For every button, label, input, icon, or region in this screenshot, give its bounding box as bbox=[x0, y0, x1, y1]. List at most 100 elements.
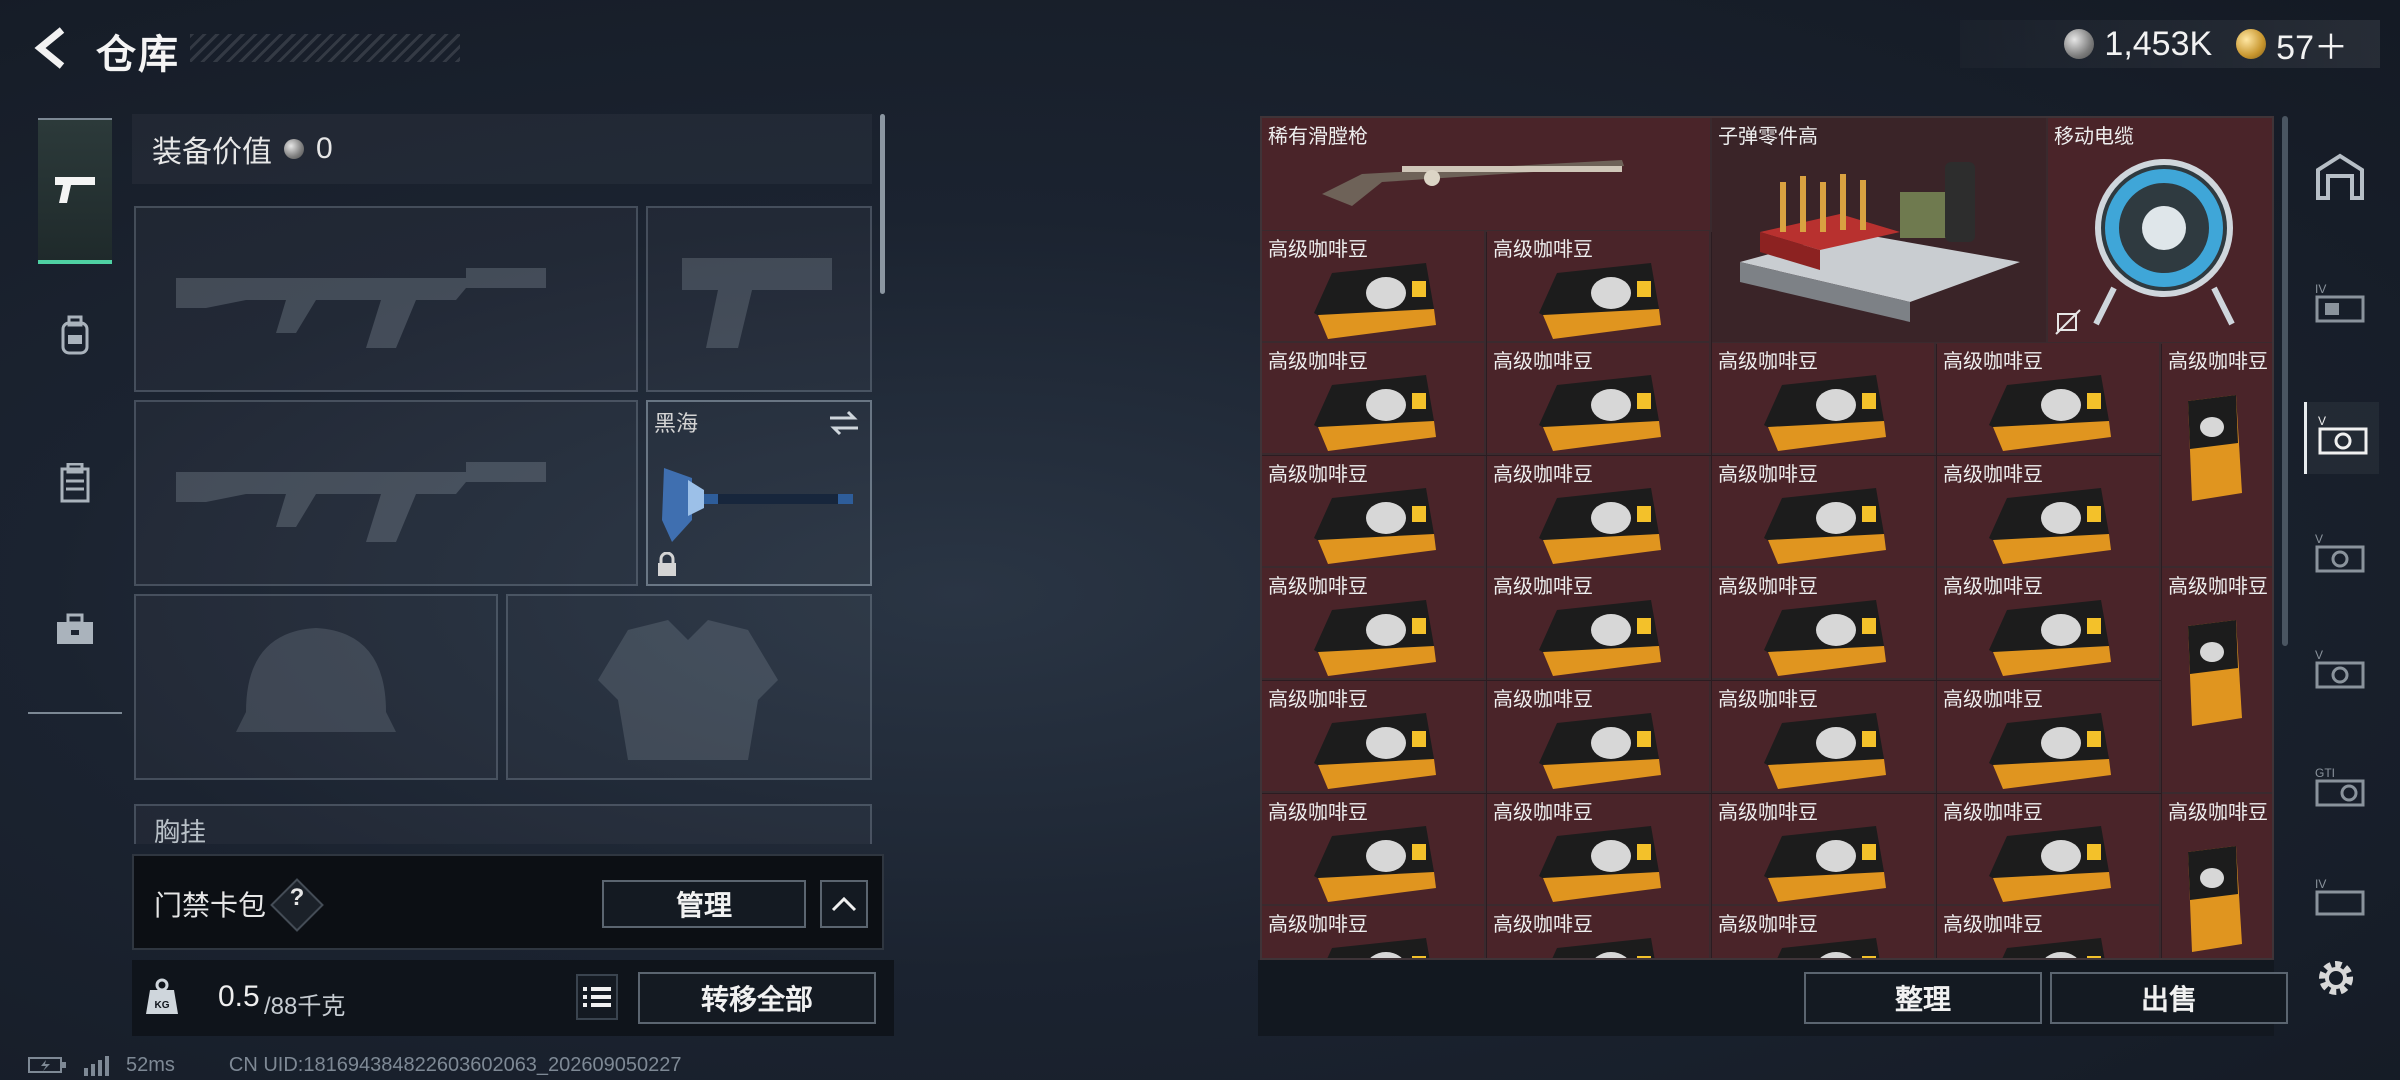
tab-storage-1[interactable]: IV bbox=[2304, 276, 2376, 336]
item-coffee-beans[interactable]: 高级咖啡豆 bbox=[1712, 455, 1936, 568]
item-name: 高级咖啡豆 bbox=[1493, 689, 1593, 711]
gold-coin-icon[interactable] bbox=[2236, 29, 2267, 59]
tab-backpack[interactable] bbox=[38, 298, 112, 372]
item-coffee-beans[interactable]: 高级咖啡豆 bbox=[1712, 681, 1936, 793]
item-coffee-beans[interactable]: 高级咖啡豆 bbox=[1262, 568, 1486, 681]
storage-footer: 整理 出售 bbox=[1258, 960, 2288, 1036]
item-coffee-beans[interactable]: 高级咖啡豆 bbox=[1487, 455, 1711, 568]
melee-slot[interactable]: 黑海 bbox=[646, 400, 872, 586]
back-button[interactable] bbox=[28, 22, 76, 74]
item-ammo-parts[interactable]: 子弹零件高 bbox=[1712, 118, 2048, 344]
item-name: 高级咖啡豆 bbox=[1268, 576, 1368, 599]
svg-text:GTI: GTI bbox=[2315, 766, 2335, 780]
item-coffee-beans[interactable]: 高级咖啡豆 bbox=[1712, 906, 1936, 958]
swap-icon[interactable] bbox=[828, 410, 860, 436]
item-name: 高级咖啡豆 bbox=[2168, 576, 2268, 599]
warehouse-icon bbox=[2316, 153, 2364, 200]
item-coffee-beans[interactable]: 高级咖啡豆 bbox=[1262, 230, 1486, 343]
coffee-bag-icon bbox=[1539, 262, 1661, 339]
item-name: 高级咖啡豆 bbox=[1943, 914, 2043, 937]
item-coffee-beans[interactable]: 高级咖啡豆 bbox=[1937, 681, 2161, 793]
tab-weapons[interactable] bbox=[38, 118, 112, 264]
item-coffee-beans[interactable]: 高级咖啡豆 bbox=[1937, 793, 2161, 906]
rifle-silhouette-icon bbox=[176, 462, 546, 542]
item-name: 高级咖啡豆 bbox=[1718, 689, 1818, 711]
item-coffee-beans[interactable]: 高级咖啡豆 bbox=[1262, 681, 1486, 793]
manage-button[interactable]: 管理 bbox=[602, 880, 806, 928]
coffee-bag-tall-icon bbox=[2188, 845, 2242, 952]
coffee-bag-icon bbox=[1314, 487, 1436, 564]
silver-coin-icon bbox=[284, 139, 304, 159]
pistol-silhouette-icon bbox=[682, 258, 832, 348]
item-coffee-beans-large[interactable]: 高级咖啡豆 bbox=[2162, 793, 2272, 958]
item-coffee-beans[interactable]: 高级咖啡豆 bbox=[1262, 455, 1486, 568]
chest-rig-section[interactable]: 胸挂 bbox=[134, 804, 872, 844]
item-coffee-beans[interactable]: 高级咖啡豆 bbox=[1712, 568, 1936, 681]
item-coffee-beans[interactable]: 高级咖啡豆 bbox=[1487, 906, 1711, 958]
silver-amount: 1,453K bbox=[2104, 24, 2213, 63]
item-coffee-beans[interactable]: 高级咖啡豆 bbox=[1712, 343, 1936, 456]
item-coffee-beans[interactable]: 高级咖啡豆 bbox=[1487, 568, 1711, 681]
item-name: 高级咖啡豆 bbox=[1718, 914, 1818, 937]
equipment-scrollbar[interactable] bbox=[880, 114, 885, 294]
storage-box-icon: IV bbox=[2315, 877, 2365, 916]
item-name: 高级咖啡豆 bbox=[1268, 463, 1368, 486]
item-name: 移动电缆 bbox=[2054, 126, 2134, 148]
item-coffee-beans[interactable]: 高级咖啡豆 bbox=[1937, 568, 2161, 681]
lock-icon bbox=[658, 552, 676, 576]
tab-storage-all[interactable] bbox=[2304, 146, 2376, 206]
item-coffee-beans[interactable]: 高级咖啡豆 bbox=[1937, 343, 2161, 456]
item-coffee-beans[interactable]: 高级咖啡豆 bbox=[1487, 681, 1711, 793]
collapse-button[interactable] bbox=[820, 880, 868, 928]
coffee-bag-icon bbox=[1314, 262, 1436, 339]
item-musket[interactable]: 稀有滑膛枪 bbox=[1262, 118, 1712, 232]
item-coffee-beans[interactable]: 高级咖啡豆 bbox=[1937, 455, 2161, 568]
title-decoration bbox=[190, 34, 460, 62]
item-coffee-beans[interactable]: 高级咖啡豆 bbox=[1262, 906, 1486, 958]
storage-scrollbar[interactable] bbox=[2282, 116, 2288, 646]
item-coffee-beans[interactable]: 高级咖啡豆 bbox=[1712, 793, 1936, 906]
help-icon-glyph: ? bbox=[289, 884, 305, 911]
coffee-bag-icon bbox=[1989, 825, 2111, 902]
tab-storage-4[interactable]: V bbox=[2304, 642, 2376, 702]
helmet-slot[interactable] bbox=[134, 594, 498, 780]
item-coffee-beans[interactable]: 高级咖啡豆 bbox=[1937, 906, 2161, 958]
toolbox-icon bbox=[57, 613, 93, 644]
item-coffee-beans[interactable]: 高级咖啡豆 bbox=[1487, 230, 1711, 343]
item-name: 高级咖啡豆 bbox=[1268, 238, 1368, 261]
tab-storage-5[interactable]: GTI bbox=[2304, 760, 2376, 820]
status-bar: 52ms CN UID:181694384822603602063_202609… bbox=[28, 1052, 682, 1078]
item-name: 高级咖啡豆 bbox=[2168, 801, 2268, 824]
pistol-slot[interactable] bbox=[646, 206, 872, 392]
tab-storage-3[interactable]: V bbox=[2304, 526, 2376, 586]
coffee-bag-icon bbox=[1989, 487, 2111, 564]
item-coffee-beans[interactable]: 高级咖啡豆 bbox=[1262, 793, 1486, 906]
primary-weapon-slot[interactable] bbox=[134, 206, 638, 392]
item-coffee-beans[interactable]: 高级咖啡豆 bbox=[1487, 793, 1711, 906]
item-coffee-beans[interactable]: 高级咖啡豆 bbox=[1262, 343, 1486, 456]
item-name: 高级咖啡豆 bbox=[1268, 801, 1368, 824]
tab-vest[interactable] bbox=[38, 446, 112, 520]
sort-button[interactable]: 整理 bbox=[1804, 972, 2042, 1024]
sell-button[interactable]: 出售 bbox=[2050, 972, 2288, 1024]
item-coffee-beans-large[interactable]: 高级咖啡豆 bbox=[2162, 568, 2272, 794]
gold-amount[interactable]: 57＋ bbox=[2276, 20, 2348, 69]
tab-storage-2[interactable]: V bbox=[2304, 402, 2379, 474]
coffee-bag-tall-icon bbox=[2188, 395, 2242, 502]
storage-grid[interactable]: 稀有滑膛枪 子弹零件高 移动电缆 高级咖啡豆 高级咖啡豆 高级咖啡豆 高级咖啡豆… bbox=[1260, 116, 2274, 960]
item-coffee-beans-large[interactable]: 高级咖啡豆 bbox=[2162, 343, 2272, 569]
item-cable-reel[interactable]: 移动电缆 bbox=[2048, 118, 2272, 344]
pistol-icon bbox=[55, 177, 95, 203]
list-view-button[interactable] bbox=[576, 974, 618, 1020]
tab-storage-6[interactable]: IV bbox=[2304, 868, 2376, 928]
item-name: 高级咖啡豆 bbox=[1943, 689, 2043, 711]
armor-slot[interactable] bbox=[506, 594, 872, 780]
transfer-all-button[interactable]: 转移全部 bbox=[638, 972, 876, 1024]
item-coffee-beans[interactable]: 高级咖啡豆 bbox=[1487, 343, 1711, 456]
coffee-bag-icon bbox=[1539, 487, 1661, 564]
settings-button[interactable] bbox=[2308, 950, 2364, 1006]
tab-toolbox[interactable] bbox=[38, 592, 112, 666]
weight-current: 0.5 bbox=[218, 980, 260, 1013]
secondary-weapon-slot[interactable] bbox=[134, 400, 638, 586]
item-name: 高级咖啡豆 bbox=[1943, 463, 2043, 486]
